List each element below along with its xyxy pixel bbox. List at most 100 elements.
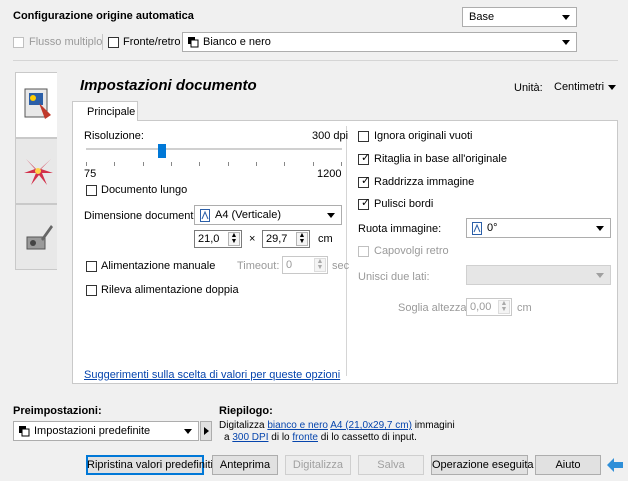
checkmark-icon: ✓ xyxy=(361,152,371,164)
double-feed-checkbox[interactable] xyxy=(86,285,97,296)
slider-tick xyxy=(228,162,229,166)
threshold-label: Soglia altezza: xyxy=(398,302,470,314)
side-tab-document[interactable] xyxy=(15,72,57,138)
chevron-down-icon xyxy=(596,226,604,231)
dimension-value: A4 (Verticale) xyxy=(215,209,282,221)
dimension-label: Dimensione documento: xyxy=(84,210,203,222)
tab-principale[interactable]: Principale xyxy=(72,101,138,121)
slider-tick xyxy=(143,162,144,166)
threshold-stepper[interactable]: 0,00 ▲ ▼ xyxy=(466,298,512,316)
straighten-label: Raddrizza immagine xyxy=(374,176,475,188)
stepper-arrows-icon[interactable]: ▲ ▼ xyxy=(314,258,326,272)
document-settings-icon xyxy=(24,88,51,119)
preset-dropdown[interactable]: Impostazioni predefinite xyxy=(13,421,199,441)
stepper-arrows-icon[interactable]: ▲ ▼ xyxy=(228,232,240,246)
back-arrow-icon[interactable] xyxy=(606,456,624,477)
crop-checkbox[interactable]: ✓ xyxy=(358,152,371,165)
tab-principale-label: Principale xyxy=(87,106,136,118)
units-label: Unità: xyxy=(514,82,543,94)
rotate-value: 0° xyxy=(487,222,498,234)
color-mode-value: Bianco e nero xyxy=(203,36,271,48)
resolution-value: 300 dpi xyxy=(312,130,349,142)
stepper-arrows-icon[interactable]: ▲ ▼ xyxy=(296,232,308,246)
slider-tick xyxy=(313,162,314,166)
timeout-label: Timeout: xyxy=(237,260,280,272)
threshold-unit-label: cm xyxy=(517,302,532,314)
done-button[interactable]: Operazione eseguita xyxy=(431,455,534,475)
dimension-dropdown[interactable]: A4 (Verticale) xyxy=(194,205,342,225)
scan-button[interactable]: Digitalizza xyxy=(285,455,351,475)
flusso-multiplo-checkbox[interactable] xyxy=(13,37,24,48)
size-unit-label: cm xyxy=(318,233,333,245)
side-tab-device[interactable] xyxy=(15,204,57,270)
summary-color-link[interactable]: bianco e nero xyxy=(267,420,328,431)
clean-edges-label: Pulisci bordi xyxy=(374,198,434,210)
restore-defaults-button[interactable]: Ripristina valori predefiniti xyxy=(86,455,213,475)
slider-thumb[interactable] xyxy=(158,144,166,158)
page-portrait-icon xyxy=(472,222,482,238)
units-dropdown[interactable]: Centimetri xyxy=(550,78,618,98)
suggestions-link[interactable]: Suggerimenti sulla scelta di valori per … xyxy=(84,369,340,381)
save-button[interactable]: Salva xyxy=(358,455,424,475)
summary-line-1: Digitalizza bianco e nero A4 (21,0x29,7 … xyxy=(219,420,455,431)
preset-menu-button[interactable] xyxy=(200,421,212,441)
mode-dropdown[interactable]: Base xyxy=(462,7,577,27)
summary-text: immagini xyxy=(414,420,455,431)
rotate-dropdown[interactable]: 0° xyxy=(466,218,611,238)
timeout-value: 0 xyxy=(286,259,293,271)
chevron-down-icon xyxy=(562,40,570,45)
preview-button[interactable]: Anteprima xyxy=(212,455,278,475)
flip-checkbox[interactable] xyxy=(358,246,369,257)
width-stepper[interactable]: 21,0 ▲ ▼ xyxy=(194,230,242,248)
timeout-unit-label: sec xyxy=(332,260,350,272)
slider-ticks xyxy=(86,162,342,166)
slider-tick xyxy=(171,162,172,166)
slider-max-label: 1200 xyxy=(317,168,342,180)
chevron-down-icon xyxy=(608,85,616,90)
documento-lungo-checkbox[interactable] xyxy=(86,185,97,196)
units-value: Centimetri xyxy=(554,81,605,93)
checkmark-icon: ✓ xyxy=(361,175,371,187)
resolution-slider[interactable] xyxy=(86,144,342,174)
chevron-down-icon xyxy=(596,273,604,278)
summary-side-link[interactable]: fronte xyxy=(292,432,318,443)
help-button[interactable]: Aiuto xyxy=(535,455,601,475)
summary-size-link[interactable]: A4 (21,0x29,7 cm) xyxy=(330,420,412,431)
slider-min-label: 75 xyxy=(84,168,97,180)
presets-label: Preimpostazioni: xyxy=(13,405,102,417)
flusso-multiplo-label: Flusso multiplo xyxy=(29,36,103,48)
slider-tick xyxy=(284,162,285,166)
resolution-label: Risoluzione: xyxy=(84,130,144,142)
manual-feed-label: Alimentazione manuale xyxy=(101,260,216,272)
fronte-retro-checkbox[interactable] xyxy=(108,37,119,48)
summary-dpi-link[interactable]: 300 DPI xyxy=(232,432,268,443)
merge-dropdown[interactable] xyxy=(466,265,611,285)
timeout-stepper[interactable]: 0 ▲ ▼ xyxy=(282,256,328,274)
device-settings-icon xyxy=(26,225,53,250)
crop-label: Ritaglia in base all'originale xyxy=(374,153,507,165)
slider-tick xyxy=(199,162,200,166)
flip-label: Capovolgi retro xyxy=(374,245,449,257)
checkmark-icon: ✓ xyxy=(361,197,371,209)
slider-tick xyxy=(86,162,87,166)
ignore-blank-checkbox[interactable] xyxy=(358,131,369,142)
divider xyxy=(102,34,103,50)
ignore-blank-label: Ignora originali vuoti xyxy=(374,130,473,142)
chevron-down-icon xyxy=(562,15,570,20)
preset-value: Impostazioni predefinite xyxy=(34,425,151,437)
side-tab-image[interactable] xyxy=(15,138,57,204)
window-title: Configurazione origine automatica xyxy=(13,10,194,22)
clean-edges-checkbox[interactable]: ✓ xyxy=(358,197,371,210)
rotate-label: Ruota immagine: xyxy=(358,223,442,235)
summary-text: di lo xyxy=(271,432,290,443)
height-stepper[interactable]: 29,7 ▲ ▼ xyxy=(262,230,310,248)
times-label: × xyxy=(249,233,256,245)
manual-feed-checkbox[interactable] xyxy=(86,261,97,272)
header-separator xyxy=(13,60,618,61)
panel-divider xyxy=(346,126,347,376)
stepper-arrows-icon[interactable]: ▲ ▼ xyxy=(498,300,510,314)
color-mode-dropdown[interactable]: Bianco e nero xyxy=(182,32,577,52)
summary-text: di lo cassetto di input. xyxy=(320,432,417,443)
triangle-right-icon xyxy=(204,427,209,435)
straighten-checkbox[interactable]: ✓ xyxy=(358,175,371,188)
